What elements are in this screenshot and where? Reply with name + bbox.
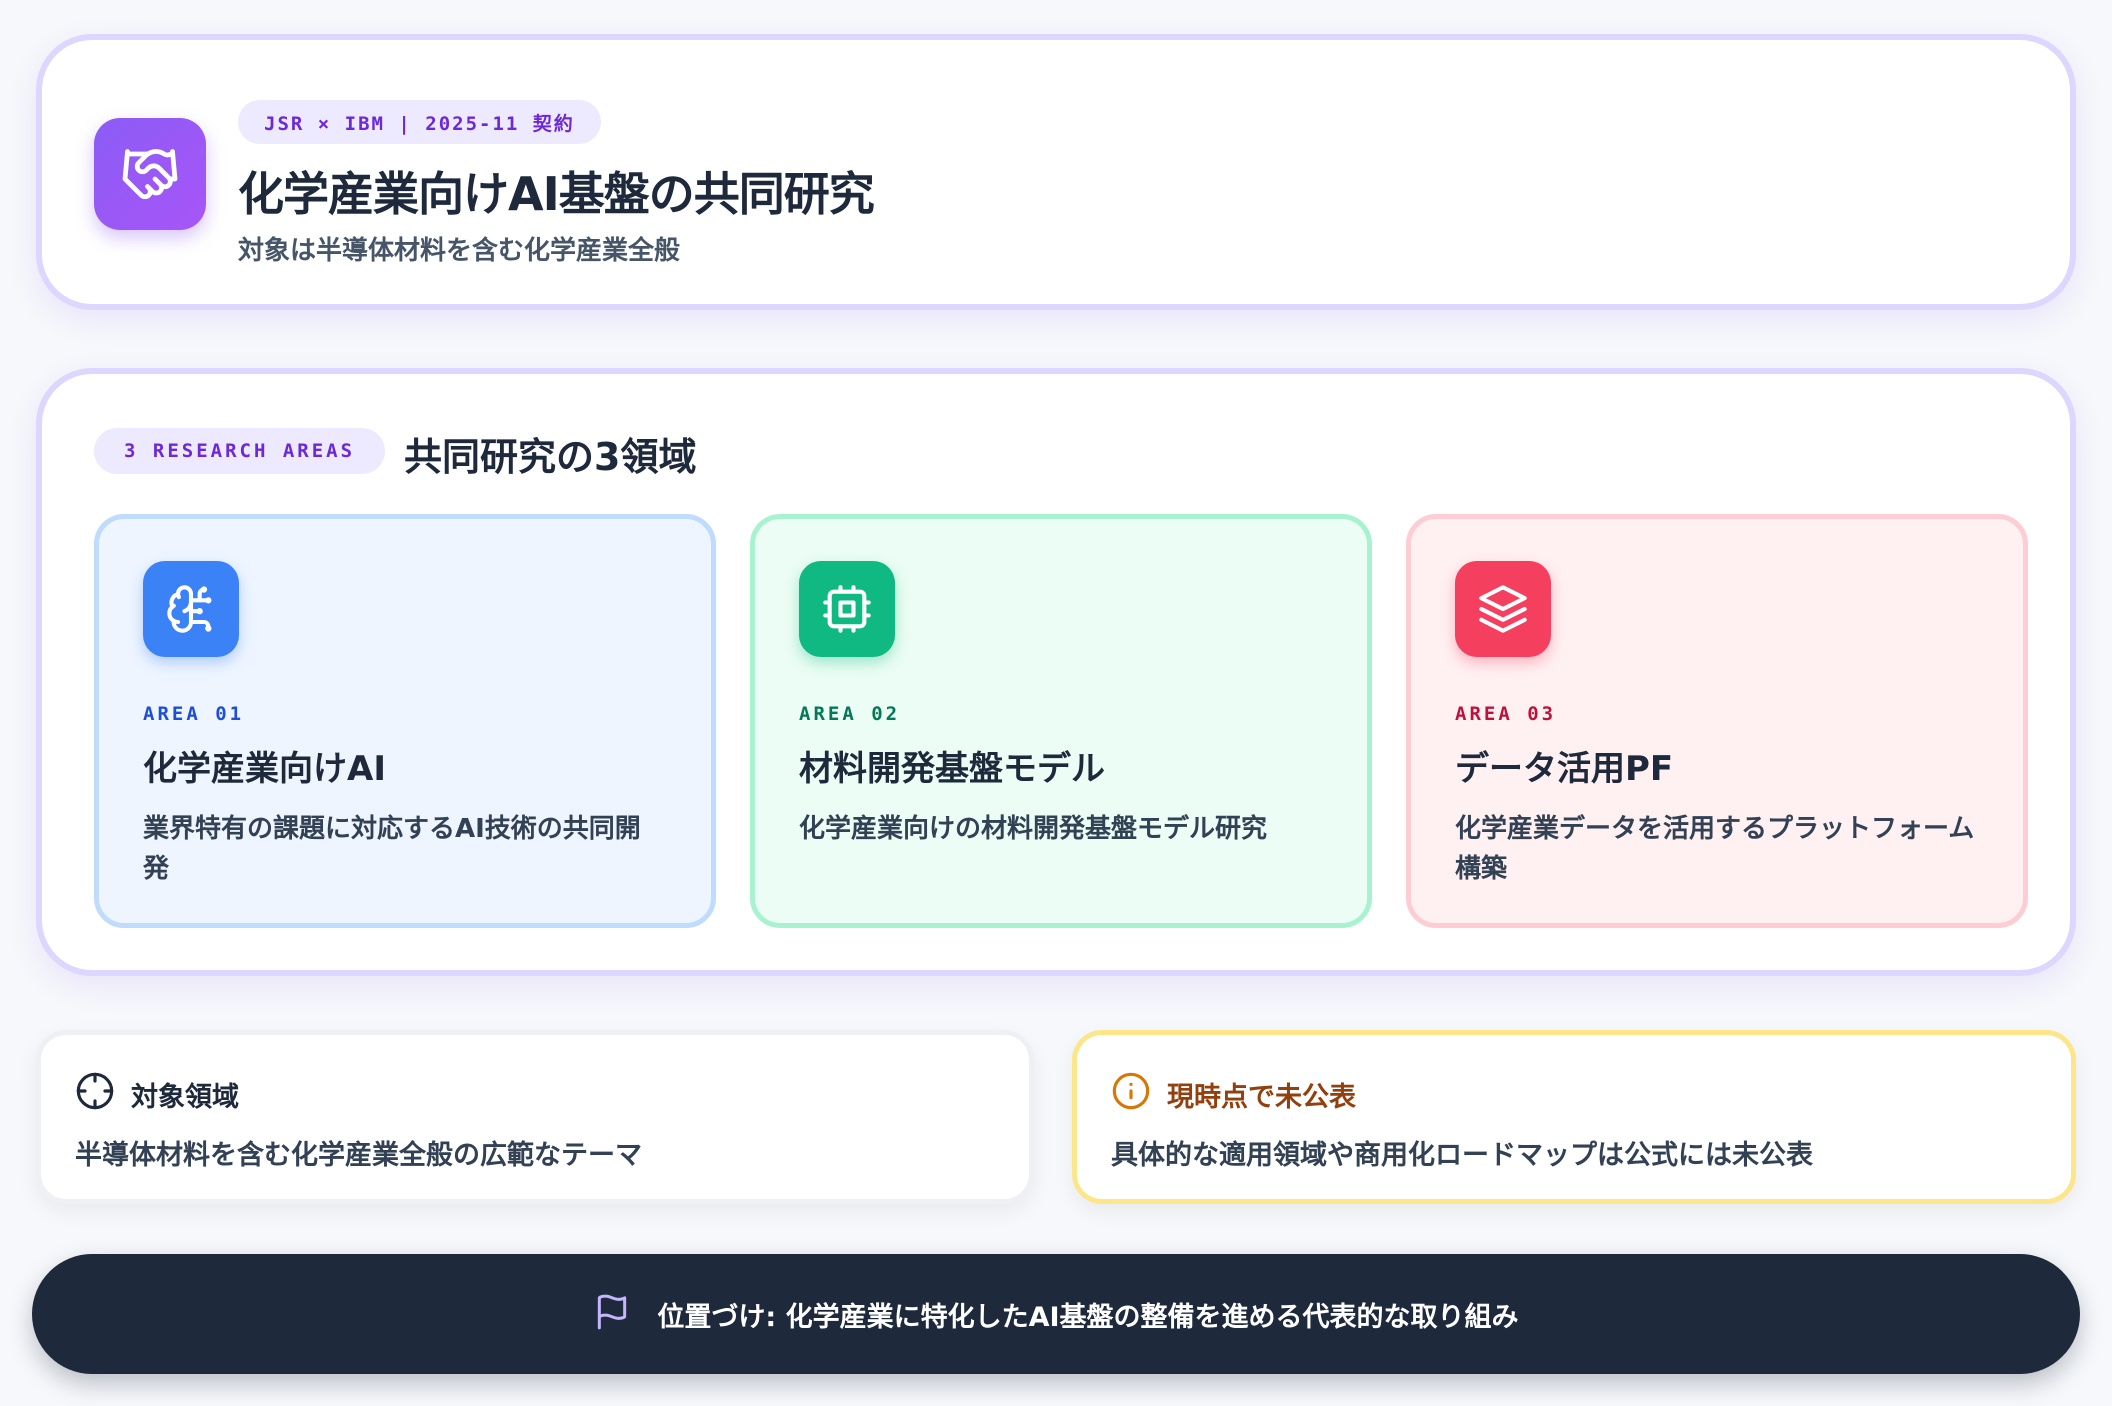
info-icon (1111, 1071, 1151, 1118)
unpublished-title: 現時点で未公表 (1167, 1082, 1356, 1113)
area-title: 材料開発基盤モデル (799, 749, 1105, 789)
research-areas-card: 3 RESEARCH AREAS 共同研究の3領域 AREA 01 化学産業向け… (36, 368, 2076, 976)
area-label: AREA 01 (143, 703, 245, 725)
scope-card: 対象領域 半導体材料を含む化学産業全般の広範なテーマ (36, 1030, 1034, 1204)
handshake-icon (94, 118, 206, 230)
page-title: 化学産業向けAI基盤の共同研究 (238, 167, 875, 221)
research-areas-badge: 3 RESEARCH AREAS (94, 428, 386, 474)
page-subtitle: 対象は半導体材料を含む化学産業全般 (238, 236, 681, 266)
area-title: データ活用PF (1455, 749, 1674, 789)
area-label: AREA 03 (1455, 703, 1557, 725)
area-card-ai: AREA 01 化学産業向けAI 業界特有の課題に対応するAI技術の共同開発 (94, 514, 716, 928)
area-card-data-platform: AREA 03 データ活用PF 化学産業データを活用するプラットフォーム構築 (1406, 514, 2028, 928)
area-title: 化学産業向けAI (143, 749, 386, 789)
header-card: JSR × IBM | 2025-11 契約 化学産業向けAI基盤の共同研究 対… (36, 34, 2076, 310)
brain-icon (143, 561, 239, 657)
target-icon (75, 1071, 115, 1118)
contract-badge: JSR × IBM | 2025-11 契約 (238, 100, 601, 144)
research-areas-title: 共同研究の3領域 (404, 435, 697, 479)
cpu-chip-icon (799, 561, 895, 657)
layers-icon (1455, 561, 1551, 657)
unpublished-card: 現時点で未公表 具体的な適用領域や商用化ロードマップは公式には未公表 (1072, 1030, 2076, 1204)
area-description: 化学産業向けの材料開発基盤モデル研究 (799, 814, 1268, 844)
area-label: AREA 02 (799, 703, 901, 725)
positioning-banner: 位置づけ: 化学産業に特化したAI基盤の整備を進める代表的な取り組み (32, 1254, 2080, 1374)
unpublished-heading: 現時点で未公表 (1111, 1071, 1356, 1118)
area-description: 化学産業データを活用するプラットフォーム構築 (1455, 814, 1975, 884)
unpublished-text: 具体的な適用領域や商用化ロードマップは公式には未公表 (1111, 1140, 1813, 1171)
flag-icon (593, 1293, 631, 1335)
area-description: 業界特有の課題に対応するAI技術の共同開発 (143, 814, 641, 884)
scope-text: 半導体材料を含む化学産業全般の広範なテーマ (75, 1140, 642, 1171)
positioning-text: 位置づけ: 化学産業に特化したAI基盤の整備を進める代表的な取り組み (657, 1301, 1519, 1333)
area-card-materials: AREA 02 材料開発基盤モデル 化学産業向けの材料開発基盤モデル研究 (750, 514, 1372, 928)
scope-heading: 対象領域 (75, 1071, 239, 1118)
scope-title: 対象領域 (131, 1082, 239, 1113)
